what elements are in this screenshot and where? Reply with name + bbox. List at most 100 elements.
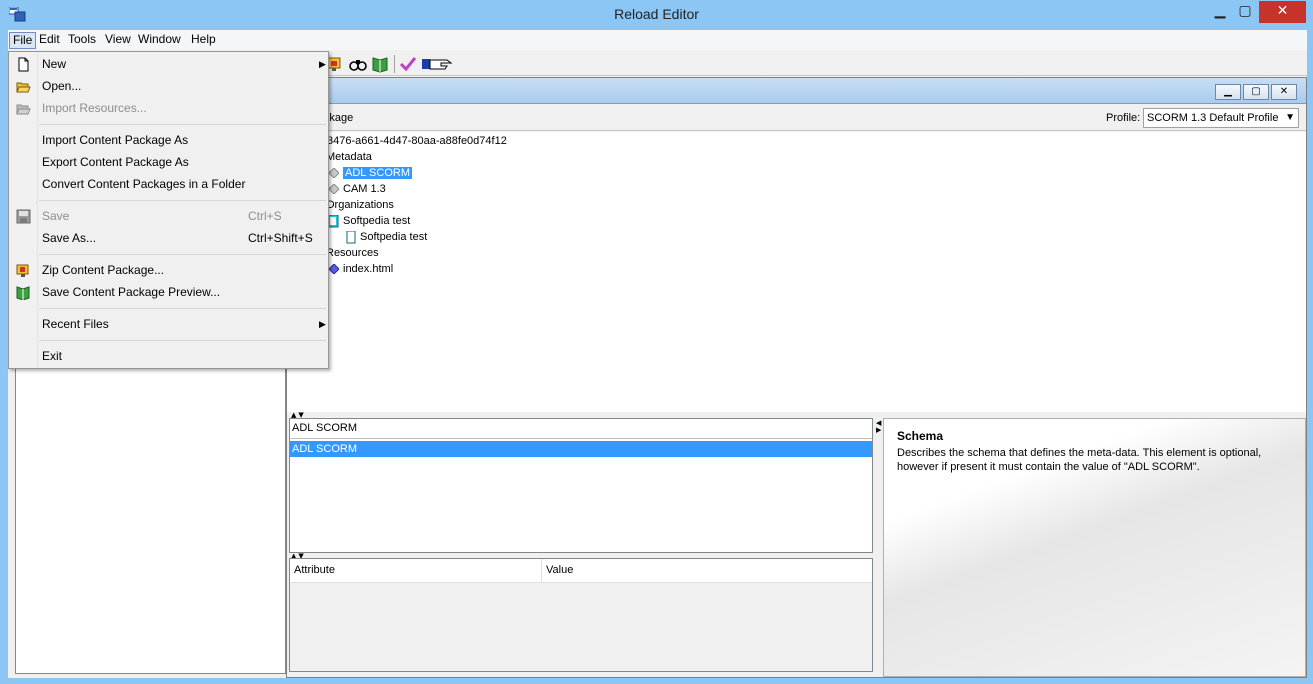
menu-item-label: Save Content Package Preview... (42, 285, 221, 299)
tree-node-resources[interactable]: Resources (326, 246, 379, 261)
menu-item-open[interactable]: Open... (9, 76, 328, 97)
maximize-button[interactable]: ▢ (1234, 1, 1256, 23)
validate-check-icon[interactable] (399, 55, 417, 73)
splitter-arrows-icon[interactable]: ◀ ▶ (876, 420, 881, 434)
import-resources-icon (16, 104, 31, 115)
tree-node-root[interactable]: 3476-a661-4d47-80aa-a88fe0d74f12 (327, 134, 507, 149)
profile-value: SCORM 1.3 Default Profile (1147, 112, 1279, 124)
menu-item-save-preview[interactable]: Save Content Package Preview... (9, 282, 328, 303)
menu-item-label: Recent Files (42, 317, 109, 331)
menu-item-label: Convert Content Packages in a Folder (42, 177, 246, 191)
menu-item-zip-package[interactable]: Zip Content Package... (9, 260, 328, 281)
item-icon (346, 230, 356, 244)
frame-maximize-button[interactable]: ▢ (1243, 84, 1269, 100)
menu-item-label: Zip Content Package... (42, 263, 165, 277)
resource-icon (329, 264, 339, 275)
profile-label: Profile: (1106, 112, 1141, 124)
menu-item-label: Exit (42, 349, 63, 363)
value-editor: ADL SCORM ADL SCORM (289, 418, 873, 553)
menu-item-label: Open... (42, 79, 82, 93)
menu-item-shortcut: Ctrl+Shift+S (248, 231, 313, 245)
tree-node-label: Metadata (326, 151, 372, 163)
menu-separator (39, 124, 326, 125)
submenu-arrow-icon: ▶ (319, 319, 326, 329)
menu-item-import-content-package[interactable]: Import Content Package As (9, 130, 328, 151)
tree-node-adl-scorm[interactable]: ADL SCORM (329, 166, 412, 181)
menu-bar: File Edit Tools View Window Help (8, 30, 1307, 50)
attributes-table: Attribute Value (289, 558, 873, 672)
menu-item-label: New (42, 57, 67, 71)
title-bar: Reload Editor ▁ ▢ ✕ (0, 0, 1313, 30)
value-input[interactable]: ADL SCORM (290, 419, 872, 439)
tree-node-label: Softpedia test (343, 215, 411, 227)
menu-item-label: Import Resources... (42, 101, 147, 115)
menu-item-save-as[interactable]: Save As... Ctrl+Shift+S (9, 228, 328, 249)
column-header-value[interactable]: Value (546, 564, 573, 576)
menu-item-label: Save (42, 209, 70, 223)
menu-item-export-content-package[interactable]: Export Content Package As (9, 152, 328, 173)
frame-minimize-button[interactable]: ▁ (1215, 84, 1241, 100)
file-menu: New ▶ Open... Import Resources... Import… (8, 51, 329, 369)
value-list-item[interactable]: ADL SCORM (290, 441, 872, 457)
toolbar-separator (394, 55, 395, 73)
tree-node-cam[interactable]: CAM 1.3 (329, 182, 386, 197)
menu-item-convert-packages[interactable]: Convert Content Packages in a Folder (9, 174, 328, 195)
tree-node-label: index.html (343, 263, 394, 275)
close-button[interactable]: ✕ (1259, 1, 1306, 23)
chevron-down-icon[interactable]: ▼ (1285, 109, 1295, 127)
submenu-arrow-icon: ▶ (319, 59, 326, 69)
internal-frame: st ▁ ▢ ✕ tent Package Profile: SCORM 1.3… (286, 77, 1307, 678)
pointing-hand-icon[interactable] (421, 55, 455, 73)
save-icon (16, 209, 31, 224)
menu-separator (39, 254, 326, 255)
package-bar: tent Package Profile: SCORM 1.3 Default … (287, 105, 1306, 131)
tree-node-resource[interactable]: index.html (329, 262, 393, 277)
column-divider[interactable] (541, 559, 542, 583)
column-header-attribute[interactable]: Attribute (294, 564, 335, 576)
schema-panel: Schema Describes the schema that defines… (883, 418, 1306, 677)
menu-item-recent-files[interactable]: Recent Files ▶ (9, 314, 328, 335)
menu-separator (39, 340, 326, 341)
menu-view[interactable]: View (102, 32, 134, 49)
menu-item-new[interactable]: New ▶ (9, 54, 328, 75)
preview-book-icon (16, 286, 30, 300)
diamond-icon (329, 184, 339, 195)
diamond-icon (329, 168, 339, 179)
package-tree[interactable]: 3476-a661-4d47-80aa-a88fe0d74f12 Metadat… (287, 132, 1306, 412)
attributes-table-header: Attribute Value (290, 559, 872, 583)
tree-node-label: CAM 1.3 (343, 183, 386, 195)
zip-package-icon (16, 264, 29, 277)
menu-separator (39, 200, 326, 201)
preview-book-icon[interactable] (371, 55, 389, 73)
menu-item-label: Import Content Package As (42, 133, 189, 147)
minimize-button[interactable]: ▁ (1206, 1, 1234, 23)
tree-node-organizations[interactable]: Organizations (326, 198, 394, 213)
new-file-icon (18, 57, 29, 72)
menu-tools[interactable]: Tools (65, 32, 99, 49)
open-folder-icon (16, 82, 31, 93)
tree-node-label: Softpedia test (360, 231, 428, 243)
menu-item-label: Export Content Package As (42, 155, 189, 169)
menu-help[interactable]: Help (188, 32, 219, 49)
menu-edit[interactable]: Edit (36, 32, 63, 49)
schema-heading: Schema (897, 429, 944, 443)
menu-separator (39, 308, 326, 309)
menu-item-label: Save As... (42, 231, 97, 245)
menu-window[interactable]: Window (135, 32, 184, 49)
vertical-splitter[interactable]: ◀ ▶ (875, 418, 883, 677)
tree-node-organization[interactable]: Softpedia test (327, 214, 410, 229)
schema-description: Describes the schema that defines the me… (897, 447, 1262, 473)
menu-file[interactable]: File (9, 32, 37, 49)
tree-node-label: Organizations (326, 199, 394, 211)
menu-item-exit[interactable]: Exit (9, 346, 328, 367)
binoculars-icon[interactable] (349, 55, 367, 73)
tree-node-metadata[interactable]: Metadata (326, 150, 372, 165)
menu-item-shortcut: Ctrl+S (248, 209, 282, 223)
frame-close-button[interactable]: ✕ (1271, 84, 1297, 100)
menu-item-save[interactable]: Save Ctrl+S (9, 206, 328, 227)
tree-node-item[interactable]: Softpedia test (346, 230, 427, 245)
menu-item-import-resources[interactable]: Import Resources... (9, 98, 328, 119)
tree-node-label: Resources (326, 247, 379, 259)
window-title: Reload Editor (614, 6, 699, 22)
profile-select[interactable]: SCORM 1.3 Default Profile ▼ (1143, 108, 1299, 128)
